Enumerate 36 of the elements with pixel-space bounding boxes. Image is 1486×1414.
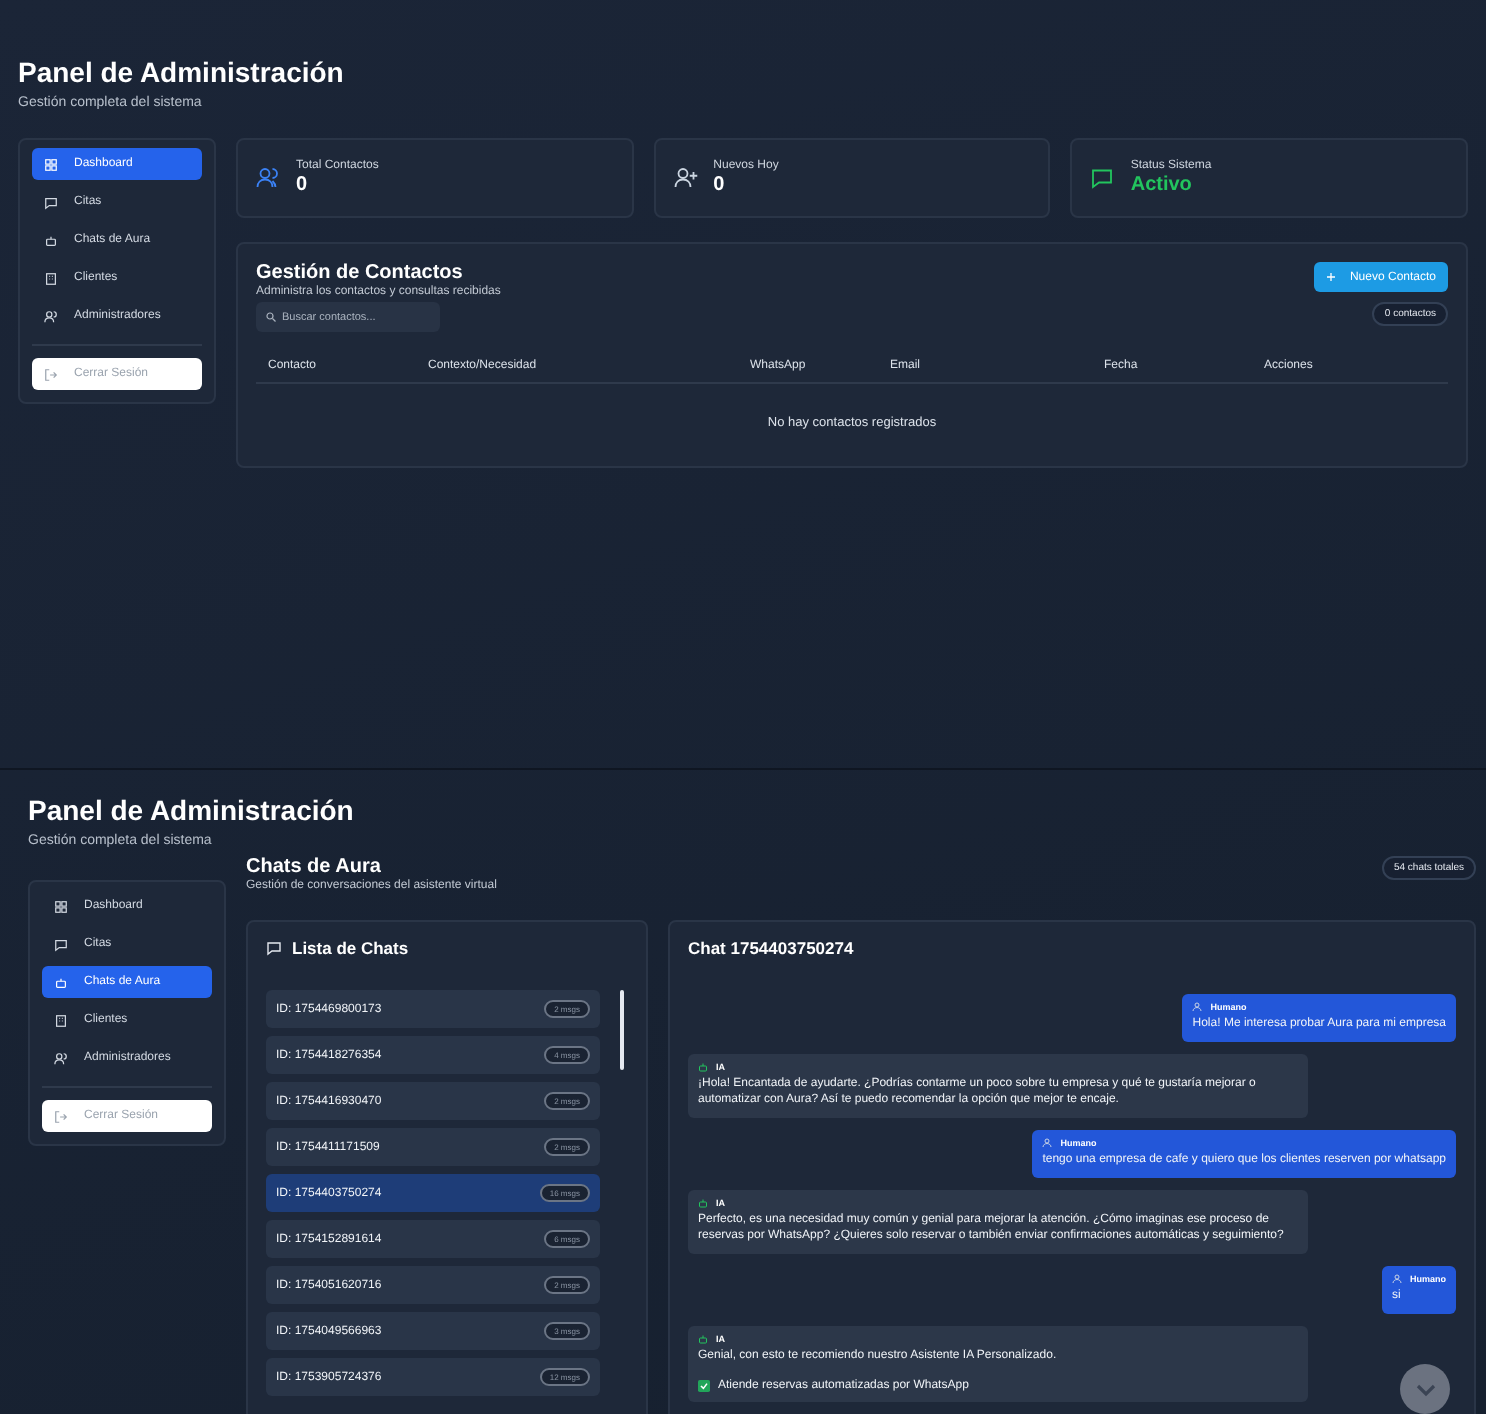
person-icon bbox=[1042, 1138, 1053, 1149]
chat-icon bbox=[44, 195, 58, 209]
stat-value: 0 bbox=[296, 174, 310, 196]
bot-icon bbox=[54, 975, 68, 989]
logout-icon bbox=[44, 367, 58, 381]
grid-icon bbox=[44, 157, 58, 171]
section-title: Chats de Aura bbox=[246, 856, 383, 878]
scrollbar[interactable] bbox=[620, 990, 624, 1070]
search-icon bbox=[266, 312, 276, 322]
scroll-down-button[interactable] bbox=[1400, 1364, 1450, 1414]
check-icon bbox=[698, 1379, 710, 1392]
user-plus-icon bbox=[673, 166, 698, 190]
page-title: Panel de Administración bbox=[28, 794, 356, 826]
list-title: Lista de Chats bbox=[292, 938, 409, 958]
chat-icon bbox=[266, 940, 282, 956]
person-icon bbox=[1392, 1274, 1402, 1285]
stat-value: Activo bbox=[1130, 174, 1194, 196]
building-icon bbox=[44, 271, 58, 285]
robot-icon bbox=[698, 1197, 708, 1208]
page-title: Panel de Administración bbox=[18, 56, 346, 88]
chat-title: Chat 1754403750274 bbox=[688, 938, 856, 958]
users-icon bbox=[44, 309, 58, 323]
users-icon bbox=[54, 1051, 68, 1065]
chat-icon bbox=[54, 937, 68, 951]
logout-icon bbox=[54, 1109, 68, 1123]
robot-icon bbox=[698, 1333, 708, 1344]
section-title: Gestión de Contactos bbox=[256, 262, 465, 284]
stat-value: 0 bbox=[713, 174, 727, 196]
grid-icon bbox=[54, 899, 68, 913]
building-icon bbox=[54, 1013, 68, 1027]
person-icon bbox=[1192, 1002, 1203, 1012]
chat-icon bbox=[1090, 166, 1115, 190]
plus-icon bbox=[1325, 272, 1336, 282]
users-icon bbox=[256, 166, 280, 190]
robot-icon bbox=[698, 1061, 708, 1072]
bot-icon bbox=[44, 233, 58, 247]
